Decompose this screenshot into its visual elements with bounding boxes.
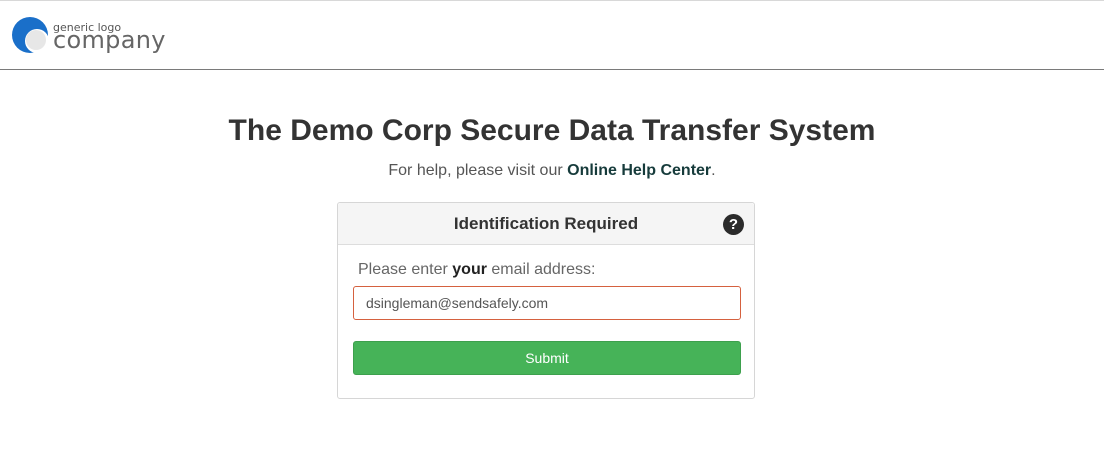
prompt-after: email address: (486, 261, 596, 278)
panel-title: Identification Required (453, 214, 639, 233)
prompt-before: Please enter (358, 261, 453, 278)
circle-logo-icon (11, 15, 51, 55)
help-line: For help, please visit our Online Help C… (0, 162, 1104, 180)
help-prefix: For help, please visit our (388, 162, 568, 179)
online-help-center-link[interactable]: Online Help Center (567, 162, 711, 179)
submit-button[interactable]: Submit (353, 341, 741, 375)
logo-name: company (53, 26, 166, 54)
identification-panel: Identification Required ? Please enter y… (337, 202, 755, 399)
panel-header: Identification Required ? (338, 203, 754, 245)
email-input[interactable] (353, 286, 741, 320)
page-title: The Demo Corp Secure Data Transfer Syste… (228, 114, 876, 147)
question-circle-icon[interactable]: ? (723, 214, 744, 235)
company-logo[interactable]: generic logo company (11, 15, 165, 55)
prompt-bold: your (452, 261, 487, 278)
top-header: generic logo company (0, 0, 1104, 70)
help-suffix: . (711, 162, 716, 179)
email-prompt: Please enter your email address: (358, 261, 595, 279)
